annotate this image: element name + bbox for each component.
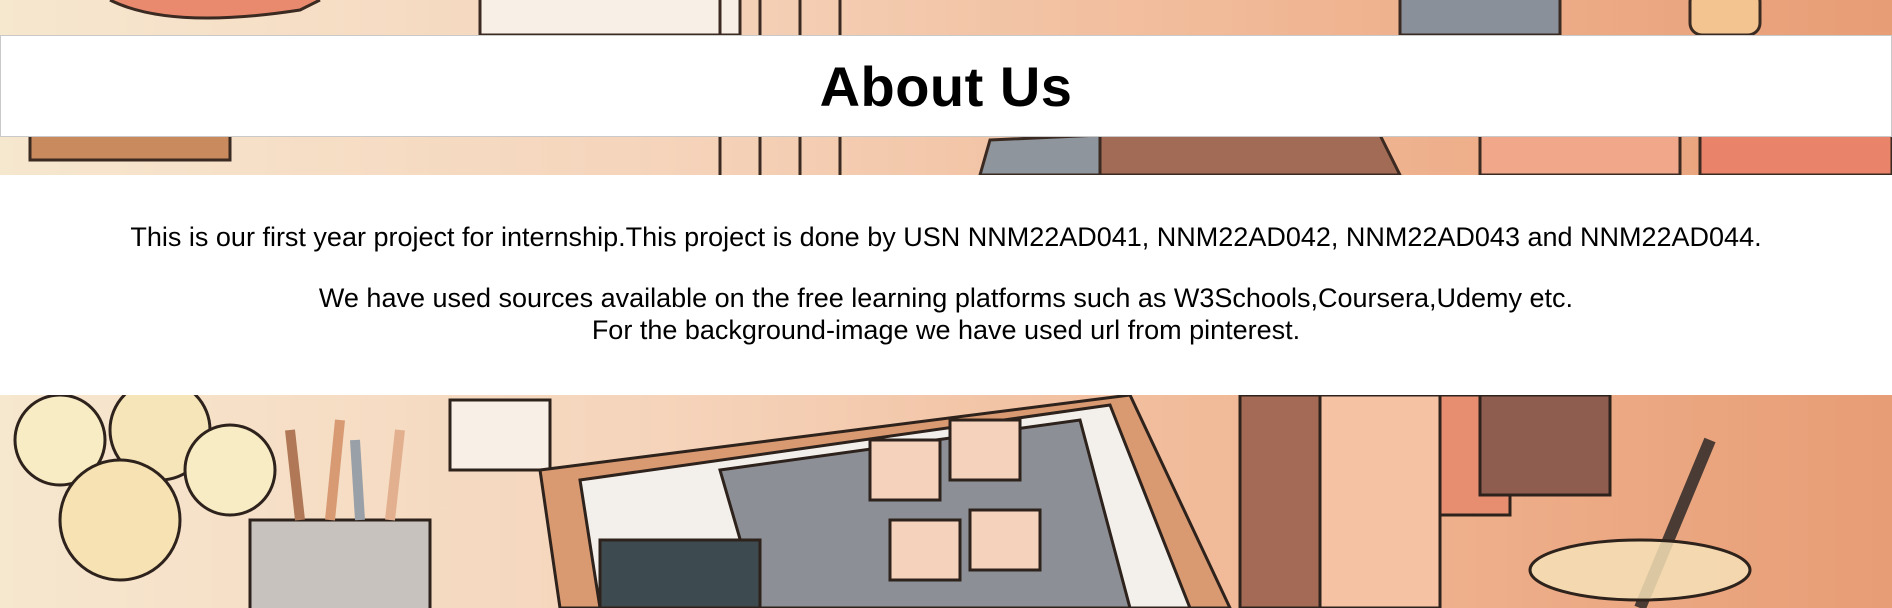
sources-line-2: For the background-image we have used ur… — [591, 315, 1301, 345]
sources-line-1: We have used sources available on the fr… — [318, 283, 1574, 313]
header-card: About Us — [0, 35, 1892, 137]
page-title: About Us — [819, 54, 1073, 118]
about-content: This is our first year project for inter… — [0, 175, 1892, 395]
intro-paragraph: This is our first year project for inter… — [130, 222, 1762, 252]
sources-paragraph: We have used sources available on the fr… — [0, 282, 1892, 346]
